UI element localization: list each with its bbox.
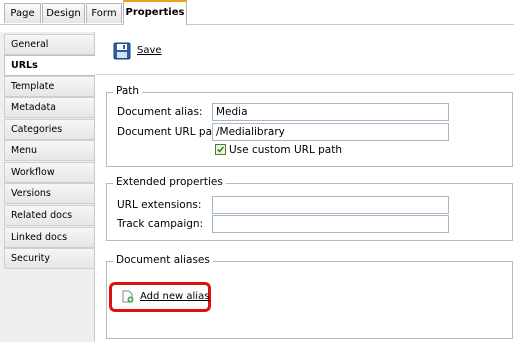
path-section: Path Document alias: Media Document URL … [106, 85, 513, 167]
document-alias-input[interactable]: Media [212, 103, 449, 121]
sidebar-item-general[interactable]: General [4, 34, 94, 55]
use-custom-url-label: Use custom URL path [229, 144, 342, 156]
tab-page[interactable]: Page [4, 3, 41, 23]
url-extensions-input[interactable] [212, 196, 449, 214]
floppy-disk-icon[interactable] [113, 42, 131, 60]
sidebar-item-urls[interactable]: URLs [4, 55, 95, 76]
sidebar-item-linked-docs[interactable]: Linked docs [4, 227, 94, 248]
top-tab-bar: Page Design Form Properties [0, 0, 514, 25]
sidebar-item-security[interactable]: Security [4, 248, 94, 269]
toolbar-divider [95, 74, 514, 75]
extended-properties-legend: Extended properties [113, 176, 226, 188]
add-new-alias-link[interactable]: Add new alias [140, 291, 209, 302]
toolbar: Save [95, 32, 514, 74]
tab-form[interactable]: Form [86, 3, 122, 23]
document-url-path-label: Document URL path: [117, 126, 227, 138]
sidebar-item-workflow[interactable]: Workflow [4, 162, 94, 183]
sidebar-item-related-docs[interactable]: Related docs [4, 205, 94, 226]
sidebar-item-metadata[interactable]: Metadata [4, 97, 94, 118]
tab-properties[interactable]: Properties [123, 0, 187, 25]
sidebar-item-versions[interactable]: Versions [4, 183, 94, 204]
properties-sidebar: General URLs Template Metadata Categorie… [0, 32, 95, 342]
document-url-path-input[interactable]: /Medialibrary [212, 123, 449, 141]
sidebar-item-template[interactable]: Template [4, 76, 94, 97]
tab-design[interactable]: Design [42, 3, 85, 23]
track-campaign-label: Track campaign: [117, 218, 204, 230]
use-custom-url-checkbox[interactable] [215, 144, 226, 155]
path-legend: Path [113, 85, 143, 97]
sidebar-item-categories[interactable]: Categories [4, 119, 94, 140]
document-aliases-legend: Document aliases [113, 254, 213, 266]
document-alias-label: Document alias: [117, 106, 203, 118]
url-extensions-label: URL extensions: [117, 199, 202, 211]
save-button[interactable]: Save [137, 45, 162, 56]
checkmark-icon [217, 146, 224, 153]
extended-properties-section: Extended properties URL extensions: Trac… [106, 176, 513, 241]
add-document-icon[interactable] [122, 290, 134, 303]
sidebar-item-menu[interactable]: Menu [4, 140, 94, 161]
track-campaign-input[interactable] [212, 215, 449, 233]
